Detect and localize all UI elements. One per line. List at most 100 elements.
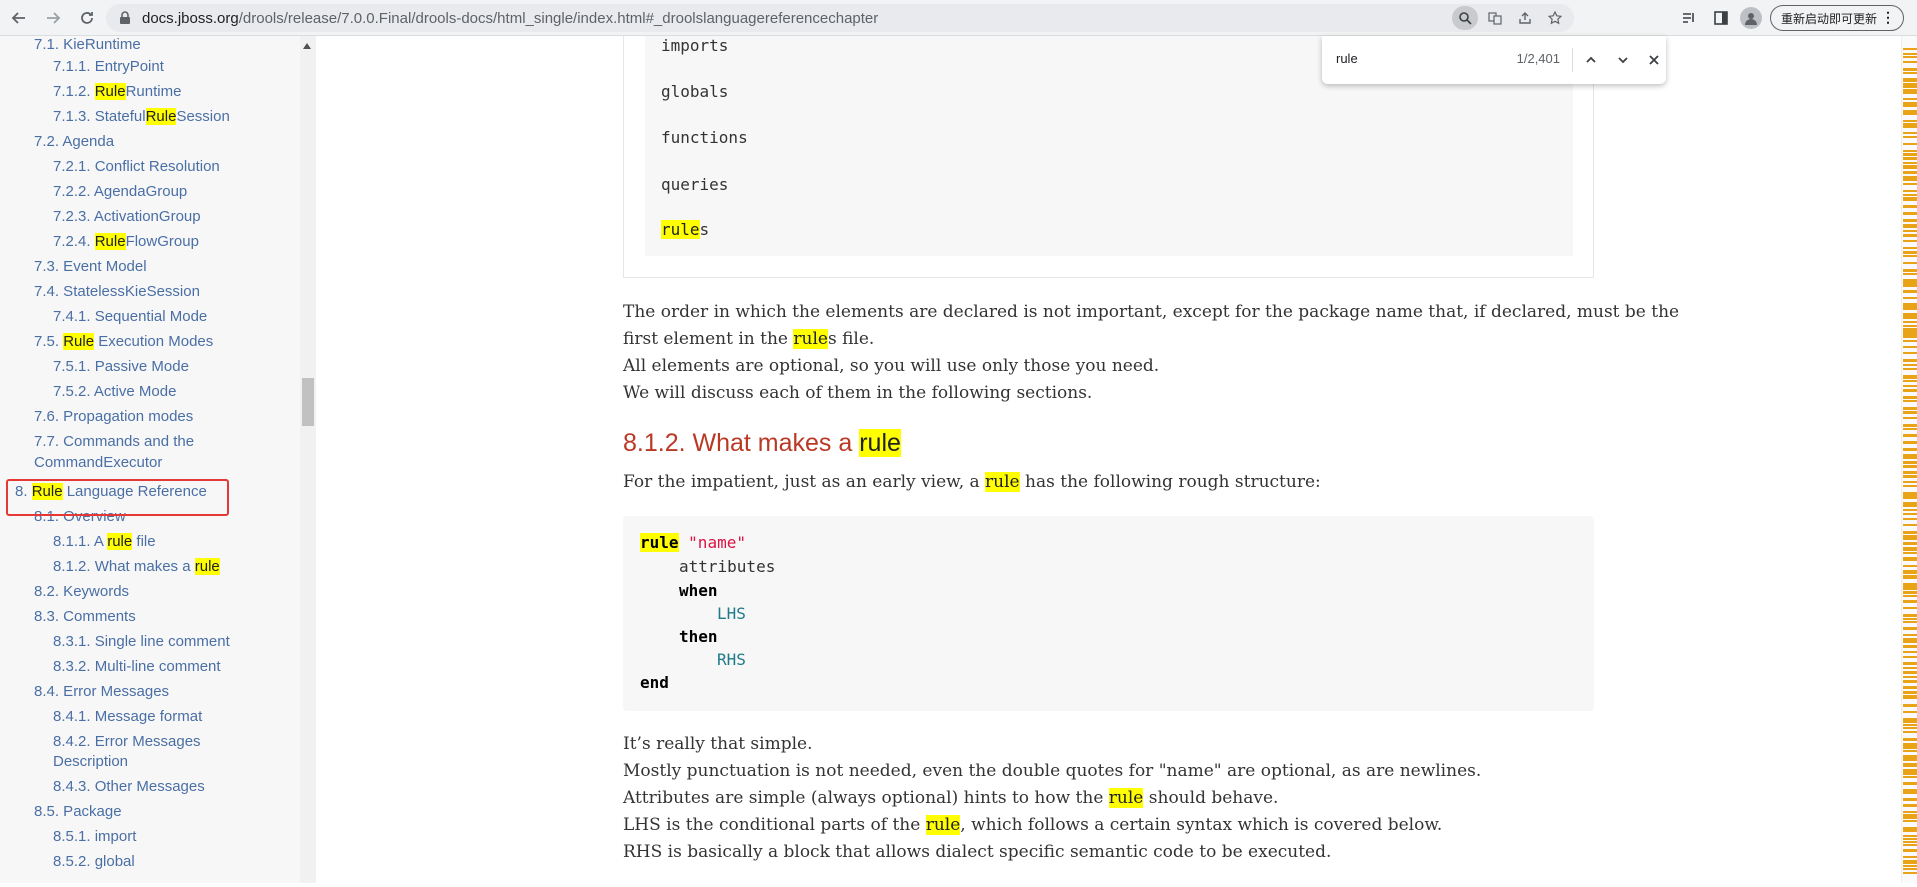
find-marker	[1903, 549, 1917, 551]
find-marker	[1903, 219, 1917, 222]
toc-item[interactable]: CommandExecutor	[34, 453, 162, 473]
find-marker	[1903, 461, 1917, 464]
find-marker	[1903, 776, 1917, 778]
toc-item[interactable]: 7.5.1. Passive Mode	[53, 357, 189, 377]
restart-update-button[interactable]: 重新启动即可更新 ⋮	[1770, 5, 1905, 31]
code-line: then	[679, 627, 718, 646]
listing-line: imports	[661, 36, 729, 55]
find-marker	[1903, 255, 1917, 257]
toc-item[interactable]: 8.4.3. Other Messages	[53, 777, 205, 797]
bookmark-star-icon[interactable]	[1542, 6, 1568, 30]
find-next-chevron-down-icon[interactable]	[1610, 47, 1636, 73]
find-marker	[1903, 123, 1917, 126]
find-marker	[1903, 113, 1917, 115]
find-marker	[1903, 591, 1917, 594]
find-marker	[1903, 240, 1917, 242]
toc-item[interactable]: 8.4. Error Messages	[34, 682, 169, 702]
find-marker	[1903, 334, 1917, 336]
find-in-page-icon[interactable]	[1452, 6, 1478, 30]
share-icon[interactable]	[1512, 6, 1538, 30]
code-line: end	[640, 673, 669, 692]
find-marker	[1903, 441, 1917, 444]
toc-item[interactable]: 8.1.1. A rule file	[53, 532, 156, 552]
find-marker	[1903, 829, 1917, 832]
toc-item[interactable]: Description	[53, 752, 128, 772]
lock-icon	[120, 11, 130, 24]
sidebar-scrollbar[interactable]	[300, 36, 316, 883]
code-line: when	[679, 581, 718, 600]
find-marker	[1903, 662, 1917, 665]
profile-avatar-icon[interactable]	[1740, 7, 1762, 29]
find-marker	[1903, 56, 1917, 58]
toc-item[interactable]: 7.2.4. RuleFlowGroup	[53, 232, 199, 252]
toc-item[interactable]: 7.7. Commands and the	[34, 432, 194, 452]
toc-item[interactable]: 7.3. Event Model	[34, 257, 147, 277]
scroll-up-arrow-icon[interactable]	[303, 43, 311, 49]
find-marker	[1903, 68, 1917, 71]
find-close-icon[interactable]	[1641, 47, 1667, 73]
find-marker	[1903, 841, 1917, 843]
sidebar-scroll-thumb[interactable]	[302, 378, 314, 426]
find-marker	[1903, 860, 1917, 862]
find-marker	[1903, 607, 1917, 609]
find-marker	[1903, 165, 1917, 167]
find-marker	[1903, 509, 1917, 511]
find-marker	[1903, 844, 1917, 846]
toc-item[interactable]: 7.1.2. RuleRuntime	[53, 82, 181, 102]
toc-item[interactable]: 8.3. Comments	[34, 607, 136, 627]
reload-icon[interactable]	[72, 3, 102, 33]
find-marker	[1903, 856, 1917, 858]
find-marker	[1903, 720, 1917, 723]
toc-item[interactable]: 8.3.2. Multi-line comment	[53, 657, 221, 677]
toc-item[interactable]: 7.2. Agenda	[34, 132, 114, 152]
toc-item[interactable]: 7.2.3. ActivationGroup	[53, 207, 201, 227]
paragraph-line: RHS is basically a block that allows dia…	[623, 842, 1332, 862]
find-marker	[1903, 364, 1917, 366]
find-marker	[1903, 773, 1917, 775]
page-scrollbar[interactable]	[1901, 36, 1917, 883]
find-marker	[1903, 552, 1917, 554]
back-icon[interactable]	[4, 3, 34, 33]
reading-list-icon[interactable]	[1676, 5, 1702, 31]
toc-item[interactable]: 8.2. Keywords	[34, 582, 129, 602]
toc-item[interactable]: 8.5.2. global	[53, 852, 135, 872]
toc-item[interactable]: 7.5.2. Active Mode	[53, 382, 176, 402]
translate-icon[interactable]	[1482, 6, 1508, 30]
menu-kebab-icon[interactable]: ⋮	[1881, 9, 1895, 26]
toc-item[interactable]: 8.4.1. Message format	[53, 707, 202, 727]
find-marker	[1903, 502, 1917, 504]
toc-item[interactable]: 8.3.1. Single line comment	[53, 632, 230, 652]
toc-item[interactable]: 8.4.2. Error Messages	[53, 732, 201, 752]
find-input[interactable]	[1336, 51, 1486, 66]
forward-icon[interactable]	[38, 3, 68, 33]
find-marker	[1903, 481, 1917, 483]
side-panel-icon[interactable]	[1708, 5, 1734, 31]
address-bar[interactable]: docs.jboss.org/drools/release/7.0.0.Fina…	[106, 4, 1574, 32]
find-marker	[1903, 424, 1917, 427]
toc-item[interactable]: 7.6. Propagation modes	[34, 407, 193, 427]
find-marker	[1903, 53, 1917, 55]
find-marker	[1903, 769, 1917, 771]
find-marker	[1903, 454, 1917, 456]
find-prev-chevron-up-icon[interactable]	[1578, 47, 1604, 73]
find-marker	[1903, 559, 1917, 561]
toc-item[interactable]: 7.5. Rule Execution Modes	[34, 332, 213, 352]
toc-item[interactable]: 8.5.1. import	[53, 827, 136, 847]
toc-item[interactable]: 7.4.1. Sequential Mode	[53, 307, 207, 327]
toc-item[interactable]: 7.4. StatelessKieSession	[34, 282, 200, 302]
toc-item[interactable]: 7.1.1. EntryPoint	[53, 57, 164, 77]
find-marker	[1903, 212, 1917, 215]
find-marker	[1903, 226, 1917, 228]
find-marker	[1903, 872, 1917, 874]
find-marker	[1903, 542, 1917, 545]
toc-item[interactable]: 8.5. Package	[34, 802, 122, 822]
find-marker	[1903, 262, 1917, 264]
find-marker	[1903, 247, 1917, 249]
toc-item[interactable]: 8.1.2. What makes a rule	[53, 557, 220, 577]
find-marker	[1903, 102, 1917, 105]
toc-item[interactable]: 7.2.2. AgendaGroup	[53, 182, 187, 202]
toc-item[interactable]: 7.1. KieRuntime	[34, 36, 141, 55]
toc-item[interactable]: 7.2.1. Conflict Resolution	[53, 157, 220, 177]
find-marker	[1903, 750, 1917, 752]
toc-item[interactable]: 7.1.3. StatefulRuleSession	[53, 107, 230, 127]
